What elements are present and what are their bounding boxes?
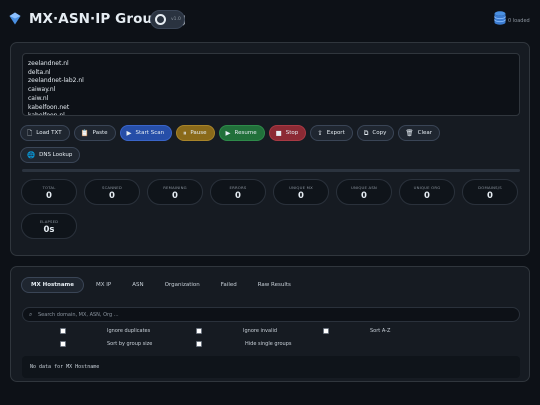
results-tabs: MX Hostname MX IP ASN Organization Faile…	[21, 277, 303, 293]
version-label: v1.0	[171, 17, 181, 22]
resume-button[interactable]: ▶ Resume	[218, 125, 265, 141]
copy-label: Copy	[372, 130, 387, 136]
stat-value: 0	[298, 191, 304, 201]
domain-input[interactable]: zeelandnet.nl delta.nl zeelandnet-lab2.n…	[22, 53, 520, 116]
toggle-knob-icon	[155, 14, 166, 25]
stat-elapsed: ELAPSED 0s	[21, 213, 77, 239]
stat-unique-mx: UNIQUE MX 0	[273, 179, 329, 205]
copy-icon: ⧉	[363, 128, 369, 137]
play-icon: ▶	[126, 128, 132, 137]
play-icon: ▶	[225, 128, 231, 137]
clear-button[interactable]: 🗑 Clear	[398, 125, 440, 141]
sort-group-size-label: Sort by group size	[107, 341, 153, 347]
export-button[interactable]: ⇪ Export	[310, 125, 353, 141]
search-icon: ⌕	[29, 311, 33, 318]
stat-label: DOMAINS/S	[478, 185, 502, 190]
toolbar-row: 🗋 Load TXT 📋 Paste ▶ Start Scan ⏸ Pause …	[20, 125, 440, 141]
db-status-text: 0 loaded	[508, 18, 530, 24]
load-txt-button[interactable]: 🗋 Load TXT	[20, 125, 70, 141]
progress-bar	[22, 169, 520, 172]
tab-mx-ip[interactable]: MX IP	[87, 277, 120, 293]
app-logo-icon	[9, 12, 21, 25]
stat-label: UNIQUE ASN	[351, 185, 377, 190]
results-panel: MX Hostname MX IP ASN Organization Faile…	[10, 266, 530, 382]
stat-value: 0	[235, 191, 241, 201]
export-label: Export	[326, 130, 345, 136]
stat-errors: ERRORS 0	[210, 179, 266, 205]
toolbar-row-secondary: 🌐 DNS Lookup	[20, 147, 81, 163]
tab-failed[interactable]: Failed	[212, 277, 246, 293]
stop-label: Stop	[285, 130, 299, 136]
globe-icon: 🌐	[27, 150, 36, 159]
stat-value: 0	[487, 191, 493, 201]
tab-raw-results[interactable]: Raw Results	[249, 277, 300, 293]
ignore-duplicates-label: Ignore duplicates	[107, 328, 151, 334]
search-box: ⌕	[22, 307, 520, 322]
stat-label: UNIQUE MX	[289, 185, 313, 190]
pause-icon: ⏸	[183, 128, 187, 137]
ignore-invalid-checkbox[interactable]	[196, 328, 202, 334]
stat-scanned: SCANNED 0	[84, 179, 140, 205]
sort-az-checkbox[interactable]	[323, 328, 329, 334]
ignore-invalid-label: Ignore invalid	[243, 328, 278, 334]
resume-label: Resume	[234, 130, 257, 136]
sort-az-label: Sort A-Z	[370, 328, 391, 334]
stat-unique-asn: UNIQUE ASN 0	[336, 179, 392, 205]
export-icon: ⇪	[317, 128, 323, 137]
start-scan-label: Start Scan	[135, 130, 165, 136]
tab-organization[interactable]: Organization	[156, 277, 209, 293]
stat-label: ERRORS	[229, 185, 247, 190]
hide-single-groups-checkbox[interactable]	[196, 341, 202, 347]
ignore-invalid-option[interactable]	[196, 328, 202, 334]
stop-icon: ■	[275, 128, 282, 137]
scan-panel: zeelandnet.nl delta.nl zeelandnet-lab2.n…	[10, 42, 530, 256]
stat-domains-per-sec: DOMAINS/S 0	[462, 179, 518, 205]
search-input[interactable]	[38, 310, 508, 320]
stat-value: 0s	[43, 225, 55, 235]
clipboard-icon: 📋	[80, 128, 89, 137]
pause-button[interactable]: ⏸ Pause	[176, 125, 215, 141]
stat-label: SCANNED	[101, 185, 123, 190]
file-icon: 🗋	[27, 128, 33, 137]
tab-asn[interactable]: ASN	[123, 277, 152, 293]
stat-label: UNIQUE ORG	[413, 185, 441, 190]
hide-single-groups-option[interactable]	[196, 341, 202, 347]
ignore-duplicates-option[interactable]	[60, 328, 66, 334]
dns-lookup-button[interactable]: 🌐 DNS Lookup	[20, 147, 81, 163]
dns-lookup-label: DNS Lookup	[39, 152, 73, 158]
database-icon	[494, 11, 506, 25]
stat-label: REMAINING	[163, 185, 187, 190]
ignore-duplicates-checkbox[interactable]	[60, 328, 66, 334]
paste-button[interactable]: 📋 Paste	[73, 125, 116, 141]
stat-total: TOTAL 0	[21, 179, 77, 205]
stat-label: TOTAL	[42, 185, 56, 190]
stat-value: 0	[424, 191, 430, 201]
sort-group-size-checkbox[interactable]	[60, 341, 66, 347]
stat-value: 0	[172, 191, 178, 201]
sort-group-size-option[interactable]	[60, 341, 66, 347]
tab-mx-hostname[interactable]: MX Hostname	[21, 277, 85, 293]
stat-label: ELAPSED	[39, 219, 59, 224]
load-txt-label: Load TXT	[36, 130, 62, 136]
results-empty-message: No data for MX Hostname	[22, 356, 520, 378]
clear-label: Clear	[417, 130, 432, 136]
app-header: MX·ASN·IP Grouping v1.0 0 loaded	[0, 0, 540, 40]
paste-label: Paste	[92, 130, 108, 136]
start-scan-button[interactable]: ▶ Start Scan	[119, 125, 173, 141]
hide-single-groups-label: Hide single groups	[245, 341, 292, 347]
stat-remaining: REMAINING 0	[147, 179, 203, 205]
stat-value: 0	[361, 191, 367, 201]
stat-value: 0	[109, 191, 115, 201]
trash-icon: 🗑	[405, 128, 414, 137]
stat-unique-org: UNIQUE ORG 0	[399, 179, 455, 205]
pause-label: Pause	[190, 130, 207, 136]
copy-button[interactable]: ⧉ Copy	[356, 125, 395, 141]
sort-az-option[interactable]	[323, 328, 329, 334]
stop-button[interactable]: ■ Stop	[268, 125, 307, 141]
theme-toggle[interactable]: v1.0	[150, 10, 185, 29]
stat-value: 0	[46, 191, 52, 201]
